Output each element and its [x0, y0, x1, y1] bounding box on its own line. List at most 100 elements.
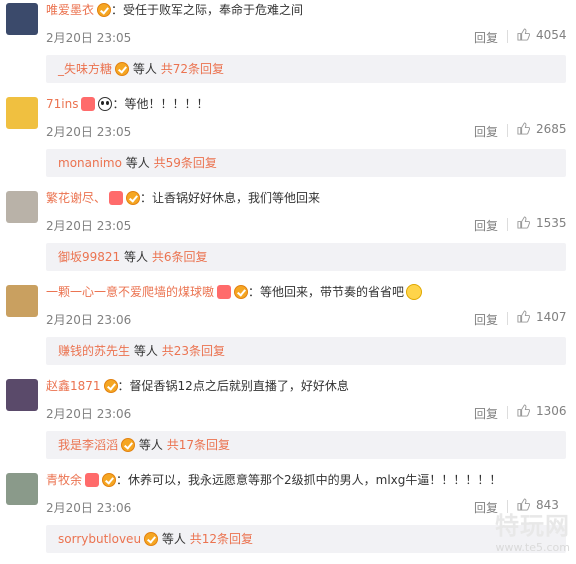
verified-badge-icon	[103, 379, 118, 393]
reply-button[interactable]: 回复	[474, 217, 498, 234]
thumbs-up-icon	[517, 310, 530, 323]
reply-mid-text: 等人	[138, 438, 163, 452]
thumbs-up-icon	[517, 122, 530, 135]
like-button[interactable]: 1535	[517, 216, 567, 230]
reply-summary[interactable]: monanimo 等人 共59条回复	[46, 149, 566, 177]
like-count: 4054	[536, 28, 567, 42]
reply-summary[interactable]: 赚钱的苏先生 等人 共23条回复	[46, 337, 566, 365]
username-link[interactable]: 赵鑫1871	[46, 379, 101, 393]
reply-count-link[interactable]: 共72条回复	[161, 62, 224, 76]
avatar[interactable]	[6, 97, 38, 129]
thumbs-up-icon	[517, 216, 530, 229]
reply-summary[interactable]: sorrybutloveu 等人 共12条回复	[46, 525, 566, 553]
comment-item: 唯爱墨衣 ：受任于败军之际，奉命于危难之间 2月20日 23:05 回复 4054…	[0, 0, 576, 94]
comment-line: 唯爱墨衣 ：受任于败军之际，奉命于危难之间	[46, 2, 303, 18]
like-count: 1306	[536, 404, 567, 418]
comment-text: ：受任于败军之际，奉命于危难之间	[111, 3, 304, 17]
verified-badge-icon	[126, 191, 141, 205]
reply-button[interactable]: 回复	[474, 29, 498, 46]
avatar[interactable]	[6, 473, 38, 505]
thumbs-up-icon	[517, 28, 530, 41]
comment-date: 2月20日 23:05	[46, 125, 132, 139]
avatar[interactable]	[6, 191, 38, 223]
comment-date: 2月20日 23:05	[46, 219, 132, 233]
heart-badge-icon	[85, 473, 100, 487]
verified-badge-icon	[121, 438, 136, 452]
reply-mid-text: 等人	[161, 532, 186, 546]
reply-username[interactable]: monanimo	[58, 156, 122, 170]
comment-line: 青牧余 ：休养可以，我永远愿意等那个2级抓中的男人，mlxg牛逼！！！！！！	[46, 472, 501, 488]
reply-count-link[interactable]: 共12条回复	[190, 532, 253, 546]
like-count: 2685	[536, 122, 567, 136]
heart-badge-icon	[217, 285, 232, 299]
comment-line: 繁花谢尽、 ：让香锅好好休息，我们等他回来	[46, 190, 320, 206]
comment-item: 繁花谢尽、 ：让香锅好好休息，我们等他回来 2月20日 23:05 回复 1535…	[0, 188, 576, 282]
reply-username[interactable]: 我是李滔滔	[58, 438, 118, 452]
reply-button[interactable]: 回复	[474, 405, 498, 422]
comment-date: 2月20日 23:05	[46, 31, 132, 45]
comment-line: 71ins ：等他！！！！！	[46, 96, 208, 112]
heart-badge-icon	[109, 191, 124, 205]
comment-text: ：督促香锅12点之后就别直播了，好好休息	[117, 379, 349, 393]
comment-text: ：让香锅好好休息，我们等他回来	[140, 191, 321, 205]
reply-mid-text: 等人	[133, 344, 158, 358]
like-button[interactable]: 4054	[517, 28, 567, 42]
verified-badge-icon	[144, 532, 159, 546]
panda-emoji-icon	[98, 97, 113, 111]
reply-count-link[interactable]: 共59条回复	[154, 156, 217, 170]
reply-username[interactable]: _失味方糖	[58, 62, 112, 76]
avatar[interactable]	[6, 379, 38, 411]
reply-username[interactable]: 御坂99821	[58, 250, 120, 264]
comment-item: 71ins ：等他！！！！！ 2月20日 23:05 回复 2685 monani…	[0, 94, 576, 188]
like-count: 1407	[536, 310, 567, 324]
username-link[interactable]: 71ins	[46, 97, 78, 111]
comment-item: 赵鑫1871 ：督促香锅12点之后就别直播了，好好休息 2月20日 23:06 回…	[0, 376, 576, 470]
verified-badge-icon	[97, 3, 112, 17]
avatar[interactable]	[6, 285, 38, 317]
like-button[interactable]: 1306	[517, 404, 567, 418]
comment-date: 2月20日 23:06	[46, 407, 132, 421]
reply-mid-text: 等人	[124, 250, 149, 264]
username-link[interactable]: 青牧余	[46, 473, 82, 487]
reply-summary[interactable]: 御坂99821 等人 共6条回复	[46, 243, 566, 271]
grin-emoji-icon	[406, 284, 423, 300]
avatar[interactable]	[6, 3, 38, 35]
reply-mid-text: 等人	[132, 62, 157, 76]
comment-line: 一颗一心一意不爱爬墙的煤球嗷 ：等他回来，带节奏的省省吧	[46, 284, 423, 300]
username-link[interactable]: 繁花谢尽、	[46, 191, 106, 205]
reply-summary[interactable]: _失味方糖 等人 共72条回复	[46, 55, 566, 83]
reply-count-link[interactable]: 共23条回复	[162, 344, 225, 358]
divider	[507, 124, 508, 137]
reply-username[interactable]: 赚钱的苏先生	[58, 344, 130, 358]
reply-count-link[interactable]: 共17条回复	[167, 438, 230, 452]
like-button[interactable]: 1407	[517, 310, 567, 324]
thumbs-up-icon	[517, 404, 530, 417]
watermark-logo-text: 特玩网	[495, 512, 570, 540]
reply-button[interactable]: 回复	[474, 123, 498, 140]
heart-badge-icon	[81, 97, 96, 111]
reply-summary[interactable]: 我是李滔滔 等人 共17条回复	[46, 431, 566, 459]
comment-text: ：休养可以，我永远愿意等那个2级抓中的男人，mlxg牛逼！！！！！！	[116, 473, 502, 487]
comment-item: 一颗一心一意不爱爬墙的煤球嗷 ：等他回来，带节奏的省省吧 2月20日 23:06 …	[0, 282, 576, 376]
divider	[507, 312, 508, 325]
comment-text: ：等他！！！！！	[112, 97, 209, 111]
comment-feed: 唯爱墨衣 ：受任于败军之际，奉命于危难之间 2月20日 23:05 回复 4054…	[0, 0, 576, 564]
divider	[507, 218, 508, 231]
comment-text: ：等他回来，带节奏的省省吧	[248, 285, 405, 299]
site-watermark: 特玩网 www.te5.com	[495, 506, 570, 554]
like-count: 1535	[536, 216, 567, 230]
reply-username[interactable]: sorrybutloveu	[58, 532, 141, 546]
comment-date: 2月20日 23:06	[46, 313, 132, 327]
divider	[507, 30, 508, 43]
divider	[507, 406, 508, 419]
verified-badge-icon	[234, 285, 249, 299]
username-link[interactable]: 唯爱墨衣	[46, 3, 94, 17]
comment-line: 赵鑫1871 ：督促香锅12点之后就别直播了，好好休息	[46, 378, 349, 394]
reply-button[interactable]: 回复	[474, 311, 498, 328]
like-button[interactable]: 2685	[517, 122, 567, 136]
comment-date: 2月20日 23:06	[46, 501, 132, 515]
reply-count-link[interactable]: 共6条回复	[152, 250, 208, 264]
username-link[interactable]: 一颗一心一意不爱爬墙的煤球嗷	[46, 285, 214, 299]
reply-mid-text: 等人	[125, 156, 150, 170]
verified-badge-icon	[102, 473, 117, 487]
